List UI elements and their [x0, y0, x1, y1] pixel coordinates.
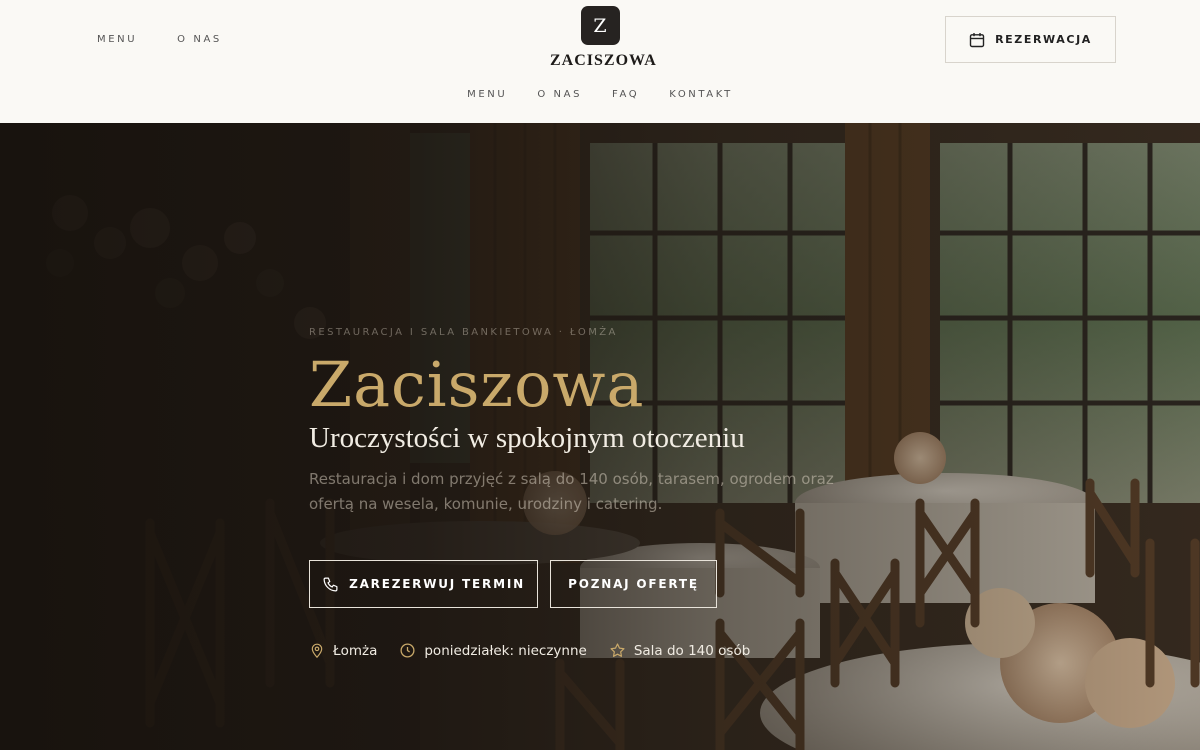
reservation-button-label: REZERWACJA [995, 33, 1092, 46]
info-location: Łomża [309, 642, 377, 659]
site-header: MENU O NAS Z ZACISZOWA REZERWACJA MENU O… [0, 0, 1200, 123]
hero-section: RESTAURACJA I SALA BANKIETOWA · ŁOMŻA Za… [0, 123, 1200, 750]
see-offer-button[interactable]: POZNAJ OFERTĘ [550, 560, 717, 608]
star-icon [610, 643, 625, 657]
info-capacity-text: Sala do 140 osób [633, 642, 751, 659]
hero-subtitle: Uroczystości w spokojnym otoczeniu [309, 422, 745, 454]
phone-icon [323, 577, 338, 591]
reservation-button[interactable]: REZERWACJA [945, 16, 1116, 63]
info-hours: poniedziałek: nieczynne [399, 642, 587, 659]
sub-nav-menu-link[interactable]: MENU [467, 89, 507, 100]
cta-row: ZAREZERWUJ TERMIN POZNAJ OFERTĘ [309, 560, 717, 608]
hero-title: Zaciszowa [309, 348, 645, 421]
sub-nav-about-link[interactable]: O NAS [537, 89, 582, 100]
info-hours-text: poniedziałek: nieczynne [424, 642, 587, 659]
logo-text: ZACISZOWA [550, 52, 657, 69]
top-nav: MENU O NAS [97, 34, 222, 45]
hero-description: Restauracja i dom przyjęć z salą do 140 … [309, 470, 834, 513]
book-date-button[interactable]: ZAREZERWUJ TERMIN [309, 560, 538, 608]
sub-nav-faq-link[interactable]: FAQ [612, 89, 639, 100]
hero-content: RESTAURACJA I SALA BANKIETOWA · ŁOMŻA Za… [309, 327, 909, 659]
calendar-icon [969, 32, 985, 47]
clock-icon [400, 643, 415, 658]
info-capacity: Sala do 140 osób [609, 642, 750, 659]
logo[interactable]: Z ZACISZOWA [550, 6, 657, 70]
info-row: Łomża poniedziałek: nieczynne Sala do 14… [309, 642, 750, 659]
see-offer-button-label: POZNAJ OFERTĘ [568, 577, 699, 591]
top-nav-about-link[interactable]: O NAS [177, 34, 222, 45]
top-nav-menu-link[interactable]: MENU [97, 34, 137, 45]
hero-eyebrow: RESTAURACJA I SALA BANKIETOWA · ŁOMŻA [309, 327, 618, 338]
sub-nav-contact-link[interactable]: KONTAKT [669, 89, 733, 100]
map-pin-icon [311, 643, 323, 659]
sub-nav: MENU O NAS FAQ KONTAKT [0, 89, 1200, 100]
logo-mark: Z [580, 6, 620, 45]
info-location-text: Łomża [333, 642, 378, 659]
book-date-button-label: ZAREZERWUJ TERMIN [349, 577, 525, 591]
